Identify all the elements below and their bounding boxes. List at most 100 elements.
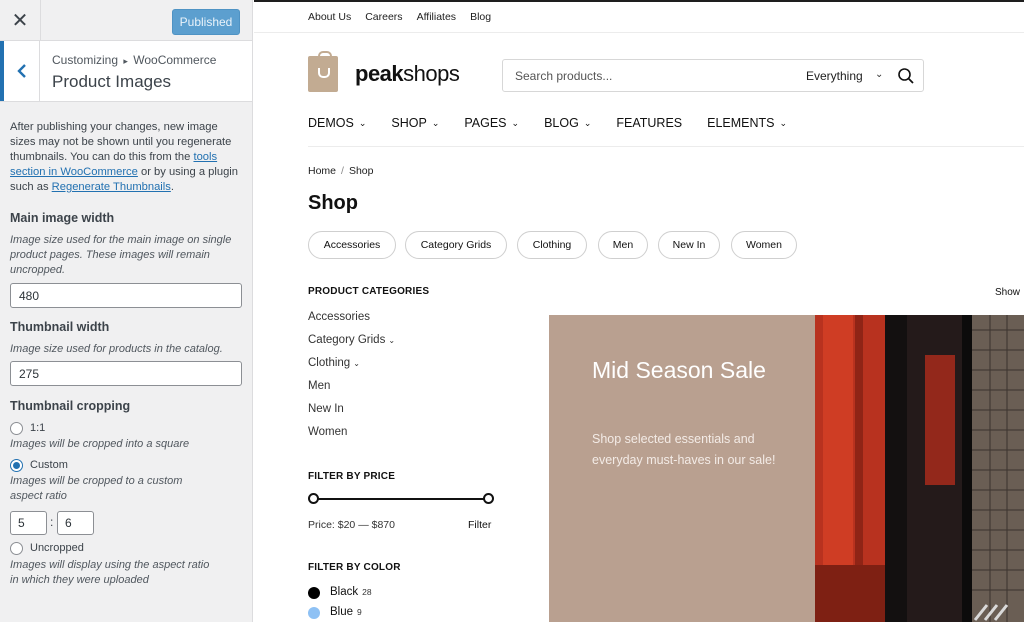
filter-by-color-title: FILTER BY COLOR	[308, 562, 401, 573]
color-count: 9	[357, 607, 362, 617]
sale-banner[interactable]: Mid Season Sale Shop selected essentials…	[549, 315, 1024, 622]
breadcrumb-parent: Customizing	[52, 53, 119, 67]
published-button[interactable]: Published	[172, 9, 240, 35]
crop-uncropped-label[interactable]: Uncropped	[30, 542, 84, 554]
banner-photo	[815, 315, 1024, 622]
category-link-men[interactable]: Men	[308, 380, 330, 392]
main-image-width-help: Image size used for the main image on si…	[10, 234, 232, 276]
category-link-label: New In	[308, 403, 344, 415]
price-range-text: Price: $20 — $870	[308, 519, 395, 531]
chevron-down-icon: ⌄	[431, 117, 440, 128]
category-link-accessories[interactable]: Accessories	[308, 311, 370, 323]
filter-by-price-title: FILTER BY PRICE	[308, 471, 396, 482]
notice-after: .	[170, 181, 174, 193]
nav-elements-label: ELEMENTS	[707, 116, 775, 130]
category-link-label: Women	[308, 426, 348, 438]
chevron-down-icon: ⌄	[358, 117, 367, 128]
pill-new-in[interactable]: New In	[658, 231, 720, 259]
nav-elements[interactable]: ELEMENTS ⌄	[707, 116, 787, 130]
chevron-down-icon[interactable]: ⌄	[875, 69, 883, 80]
crop-custom-help: Images will be cropped to a custom aspec…	[10, 475, 183, 502]
site-logo[interactable]: peakshops	[355, 61, 460, 87]
shopping-bag-logo-icon[interactable]	[308, 51, 338, 92]
chevron-down-icon[interactable]: ⌄	[353, 359, 360, 368]
ratio-separator: :	[50, 515, 54, 529]
divider	[254, 32, 1024, 33]
regenerate-thumbnails-link[interactable]: Regenerate Thumbnails	[52, 181, 171, 193]
nav-demos[interactable]: DEMOS ⌄	[308, 116, 366, 130]
chevron-left-icon	[16, 64, 26, 78]
search-input[interactable]: Search products...	[515, 69, 612, 83]
pill-men[interactable]: Men	[598, 231, 648, 259]
ratio-width-input[interactable]	[10, 511, 47, 535]
logo-rest: shops	[403, 61, 460, 86]
crop-1-1-radio[interactable]	[10, 422, 23, 435]
main-image-width-label: Main image width	[10, 211, 115, 225]
color-count: 28	[362, 587, 372, 597]
category-link-new-in[interactable]: New In	[308, 403, 344, 415]
search-category-select[interactable]: Everything	[806, 69, 863, 83]
product-search: Search products... Everything ⌄	[502, 59, 924, 92]
ratio-height-input[interactable]	[57, 511, 94, 535]
chevron-down-icon: ⌄	[511, 117, 520, 128]
crop-1-1-help: Images will be cropped into a square	[10, 438, 190, 450]
thumbnail-width-help: Image size used for products in the cata…	[10, 343, 223, 355]
top-link-careers[interactable]: Careers	[365, 11, 402, 23]
breadcrumb-arrow-icon: ▸	[123, 56, 128, 66]
page-title: Shop	[308, 192, 358, 214]
thumbnail-width-input[interactable]	[10, 361, 242, 386]
close-icon[interactable]: ✕	[0, 0, 41, 41]
top-link-affiliates[interactable]: Affiliates	[417, 11, 457, 23]
crop-custom-label[interactable]: Custom	[30, 459, 68, 471]
product-categories-title: PRODUCT CATEGORIES	[308, 286, 430, 297]
color-swatch-black[interactable]	[308, 587, 320, 599]
main-image-width-input[interactable]	[10, 283, 242, 308]
filter-button[interactable]: Filter	[468, 519, 491, 531]
breadcrumb-home[interactable]: Home	[308, 165, 336, 177]
category-link-category-grids[interactable]: Category Grids ⌄	[308, 334, 395, 346]
price-slider-max-handle[interactable]	[483, 493, 494, 504]
top-link-about[interactable]: About Us	[308, 11, 351, 23]
pill-category-grids[interactable]: Category Grids	[405, 231, 507, 259]
color-name: Blue	[330, 606, 354, 618]
thumbnail-cropping-label: Thumbnail cropping	[10, 399, 131, 413]
price-slider-track[interactable]	[312, 498, 488, 500]
nav-blog[interactable]: BLOG ⌄	[544, 116, 591, 130]
chevron-down-icon[interactable]: ⌄	[388, 336, 395, 345]
crop-1-1-label[interactable]: 1:1	[30, 422, 45, 434]
banner-subtitle: Shop selected essentials and everyday mu…	[592, 432, 776, 467]
top-link-blog[interactable]: Blog	[470, 11, 491, 23]
chevron-down-icon: ⌄	[583, 117, 592, 128]
category-link-label: Category Grids	[308, 334, 386, 346]
nav-features-label: FEATURES	[616, 116, 683, 130]
nav-pages[interactable]: PAGES ⌄	[464, 116, 519, 130]
logo-bold: peak	[355, 61, 404, 86]
color-filter-black[interactable]: Black 28	[330, 586, 372, 598]
customizer-header: ✕ Published	[0, 0, 252, 41]
chevron-down-icon: ⌄	[779, 117, 788, 128]
nav-features[interactable]: FEATURES	[616, 116, 682, 130]
top-links: About Us Careers Affiliates Blog	[308, 11, 491, 23]
crop-uncropped-radio[interactable]	[10, 542, 23, 555]
color-filter-blue[interactable]: Blue 9	[330, 606, 362, 618]
crop-custom-radio[interactable]	[10, 459, 23, 472]
back-button[interactable]	[0, 41, 40, 101]
pill-accessories[interactable]: Accessories	[308, 231, 396, 259]
regenerate-notice: After publishing your changes, new image…	[10, 120, 242, 195]
pill-women[interactable]: Women	[731, 231, 797, 259]
nav-shop[interactable]: SHOP ⌄	[391, 116, 439, 130]
breadcrumb-current: Shop	[348, 165, 374, 177]
site-preview: About Us Careers Affiliates Blog peaksho…	[254, 0, 1024, 622]
search-icon[interactable]	[897, 67, 915, 85]
section-header: Customizing ▸ WooCommerce Product Images	[0, 41, 252, 102]
color-swatch-blue[interactable]	[308, 607, 320, 619]
divider	[308, 146, 1024, 147]
pill-clothing[interactable]: Clothing	[517, 231, 587, 259]
category-link-women[interactable]: Women	[308, 426, 347, 438]
notice-text: After publishing your changes, new image…	[10, 120, 242, 195]
customizer-breadcrumb: Customizing ▸ WooCommerce	[52, 53, 216, 67]
show-per-page-label[interactable]: Show	[995, 287, 1020, 298]
price-slider-min-handle[interactable]	[308, 493, 319, 504]
category-link-clothing[interactable]: Clothing ⌄	[308, 357, 360, 369]
category-link-label: Clothing	[308, 357, 351, 369]
